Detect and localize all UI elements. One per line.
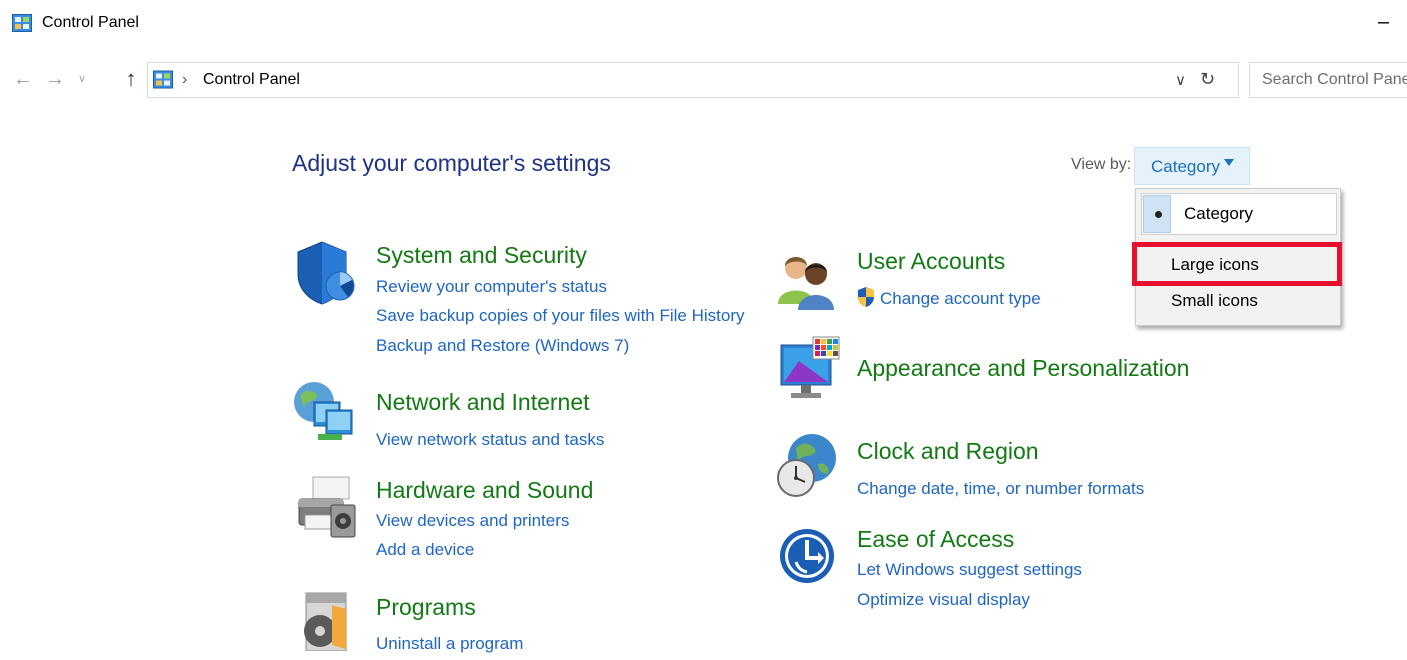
link-optimize-visual-display[interactable]: Optimize visual display <box>857 590 1030 610</box>
network-globe-icon <box>294 382 353 440</box>
category-user-accounts[interactable]: User Accounts <box>857 248 1005 275</box>
address-bar[interactable]: › Control Panel ∨ ↻ <box>147 62 1239 98</box>
link-file-history[interactable]: Save backup copies of your files with Fi… <box>376 306 745 326</box>
category-clock-and-region[interactable]: Clock and Region <box>857 438 1039 465</box>
link-network-status[interactable]: View network status and tasks <box>376 430 604 450</box>
programs-disc-icon <box>304 592 347 651</box>
category-hardware-and-sound[interactable]: Hardware and Sound <box>376 477 593 504</box>
users-icon <box>778 257 834 310</box>
highlight-annotation-box <box>1132 242 1342 286</box>
forward-button[interactable]: → <box>44 66 66 92</box>
recent-locations-button[interactable]: ∨ <box>72 66 92 92</box>
link-review-status[interactable]: Review your computer's status <box>376 277 607 297</box>
link-devices-printers[interactable]: View devices and printers <box>376 511 569 531</box>
control-panel-icon <box>12 14 32 32</box>
back-button[interactable]: ← <box>12 66 34 92</box>
title-bar: Control Panel – <box>0 0 1407 48</box>
ease-of-access-icon <box>780 529 834 583</box>
view-by-value: Category <box>1151 157 1220 176</box>
uac-shield-icon <box>858 287 874 307</box>
caret-down-icon <box>1224 159 1234 166</box>
menu-item-label: Small icons <box>1171 291 1258 310</box>
menu-item-small-icons[interactable]: Small icons <box>1138 283 1340 321</box>
refresh-button[interactable]: ↻ <box>1200 69 1215 90</box>
search-input[interactable]: Search Control Panel <box>1249 62 1407 98</box>
category-ease-of-access[interactable]: Ease of Access <box>857 526 1014 553</box>
category-programs[interactable]: Programs <box>376 594 476 621</box>
view-by-label: View by: <box>1071 156 1132 173</box>
breadcrumb-control-panel[interactable]: Control Panel <box>203 71 300 89</box>
link-change-account-type[interactable]: Change account type <box>880 289 1041 309</box>
breadcrumb-separator[interactable]: › <box>182 71 187 89</box>
shield-icon <box>297 241 355 305</box>
up-button[interactable]: ↑ <box>120 66 142 92</box>
link-change-date-time[interactable]: Change date, time, or number formats <box>857 479 1144 499</box>
view-by-dropdown[interactable]: Category <box>1134 147 1250 185</box>
minimize-button[interactable]: – <box>1378 12 1398 34</box>
menu-item-label: Category <box>1184 204 1253 223</box>
control-panel-icon <box>153 70 173 89</box>
link-add-device[interactable]: Add a device <box>376 540 474 560</box>
radio-bullet-icon <box>1155 211 1162 218</box>
address-dropdown-button[interactable]: ∨ <box>1175 71 1186 89</box>
link-uninstall-program[interactable]: Uninstall a program <box>376 634 523 654</box>
category-network-and-internet[interactable]: Network and Internet <box>376 389 590 416</box>
search-placeholder: Search Control Panel <box>1262 71 1407 88</box>
page-title: Adjust your computer's settings <box>292 150 611 176</box>
menu-item-category[interactable]: Category <box>1138 191 1340 237</box>
window-title: Control Panel <box>42 14 139 31</box>
monitor-palette-icon <box>780 336 840 398</box>
link-suggest-settings[interactable]: Let Windows suggest settings <box>857 560 1082 580</box>
clock-globe-icon <box>777 434 836 497</box>
category-appearance-and-personalization[interactable]: Appearance and Personalization <box>857 355 1189 382</box>
printer-speaker-icon <box>298 476 356 538</box>
link-backup-restore[interactable]: Backup and Restore (Windows 7) <box>376 336 629 356</box>
category-system-and-security[interactable]: System and Security <box>376 242 587 269</box>
